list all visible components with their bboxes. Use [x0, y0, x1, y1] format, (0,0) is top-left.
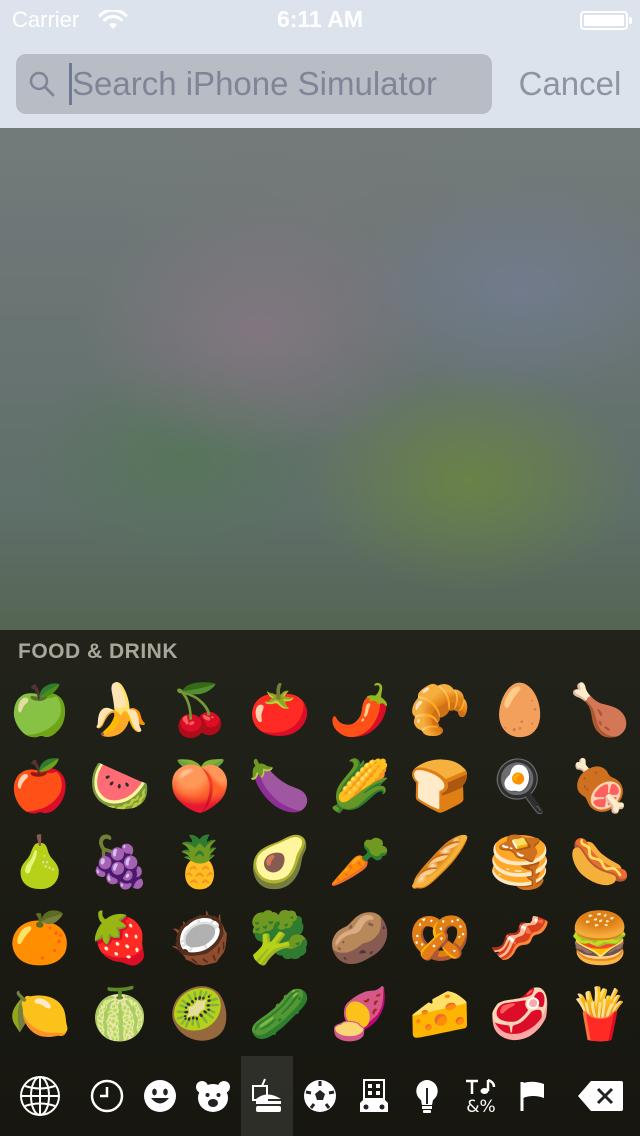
tab-flags[interactable] — [510, 1056, 556, 1136]
emoji-key[interactable]: 🥒 — [240, 976, 320, 1052]
emoji-key[interactable]: 🍞 — [400, 748, 480, 824]
battery-icon — [580, 11, 632, 30]
emoji-key[interactable]: 🥖 — [400, 824, 480, 900]
emoji-key[interactable]: 🍍 — [160, 824, 240, 900]
emoji-key[interactable]: 🍐 — [0, 824, 80, 900]
tab-activity[interactable] — [297, 1056, 343, 1136]
emoji-key[interactable]: 🍠 — [320, 976, 400, 1052]
emoji-key[interactable]: 🥓 — [480, 900, 560, 976]
emoji-key[interactable]: 🥐 — [400, 672, 480, 748]
emoji-key[interactable]: 🥥 — [160, 900, 240, 976]
food-drink-icon — [252, 1078, 281, 1112]
emoji-key[interactable]: 🥩 — [480, 976, 560, 1052]
emoji-key[interactable]: 🍆 — [240, 748, 320, 824]
emoji-category-bar: &% — [0, 1056, 640, 1136]
emoji-key[interactable]: 🍳 — [480, 748, 560, 824]
emoji-key[interactable]: 🥨 — [400, 900, 480, 976]
emoji-key[interactable]: 🍓 — [80, 900, 160, 976]
tab-smileys[interactable] — [137, 1056, 183, 1136]
tab-animals[interactable] — [189, 1056, 237, 1136]
emoji-key[interactable]: 🍑 — [160, 748, 240, 824]
emoji-key[interactable]: 🍌 — [80, 672, 160, 748]
smiley-icon — [144, 1080, 176, 1112]
emoji-key[interactable]: 🍏 — [0, 672, 80, 748]
globe-button[interactable] — [8, 1056, 72, 1136]
category-title: FOOD & DRINK — [18, 640, 178, 663]
flag-icon — [520, 1081, 544, 1111]
search-header: Carrier 6:11 AM Cancel — [0, 0, 640, 128]
emoji-key[interactable]: 🍈 — [80, 976, 160, 1052]
emoji-keyboard: FOOD & DRINK 🍏 🍌 🍒 🍅 🌶️ 🥐 🥚 🍗 🍎 🍉 🍑 🍆 🌽 … — [0, 630, 640, 1136]
status-time: 6:11 AM — [276, 6, 364, 32]
tab-food-drink[interactable] — [241, 1056, 293, 1136]
globe-icon — [20, 1076, 60, 1116]
bear-icon — [196, 1081, 230, 1112]
emoji-key[interactable]: 🥔 — [320, 900, 400, 976]
emoji-key[interactable]: 🍖 — [560, 748, 640, 824]
emoji-grid: 🍏 🍌 🍒 🍅 🌶️ 🥐 🥚 🍗 🍎 🍉 🍑 🍆 🌽 🍞 🍳 🍖 🍐 🍇 🍍 🥑… — [0, 672, 640, 1052]
emoji-key[interactable]: 🍋 — [0, 976, 80, 1052]
emoji-key[interactable]: 🧀 — [400, 976, 480, 1052]
tab-objects[interactable] — [405, 1056, 449, 1136]
search-icon — [29, 71, 55, 97]
emoji-key[interactable]: 🌶️ — [320, 672, 400, 748]
emoji-key[interactable]: 🥕 — [320, 824, 400, 900]
emoji-key[interactable]: 🌭 — [560, 824, 640, 900]
search-field[interactable] — [16, 54, 492, 114]
search-input[interactable] — [72, 54, 482, 114]
emoji-key[interactable]: 🌽 — [320, 748, 400, 824]
status-bar: Carrier 6:11 AM — [0, 0, 640, 40]
emoji-key[interactable]: 🥚 — [480, 672, 560, 748]
delete-icon — [578, 1081, 623, 1111]
emoji-key[interactable]: 🥦 — [240, 900, 320, 976]
emoji-key[interactable]: 🍎 — [0, 748, 80, 824]
emoji-key[interactable]: 🍟 — [560, 976, 640, 1052]
cancel-button[interactable]: Cancel — [508, 62, 632, 106]
emoji-key[interactable]: 🍉 — [80, 748, 160, 824]
recent-clock-icon — [90, 1079, 124, 1113]
tab-recent[interactable] — [84, 1056, 130, 1136]
emoji-key[interactable]: 🍔 — [560, 900, 640, 976]
delete-button[interactable] — [570, 1056, 632, 1136]
lightbulb-icon — [416, 1080, 438, 1113]
emoji-key[interactable]: 🍗 — [560, 672, 640, 748]
emoji-key[interactable]: 🍇 — [80, 824, 160, 900]
travel-building-icon — [360, 1079, 388, 1112]
soccer-ball-icon — [304, 1080, 336, 1112]
symbols-tab-label: &% — [466, 1097, 495, 1114]
symbols-icon: &% — [466, 1078, 496, 1114]
emoji-key[interactable]: 🍊 — [0, 900, 80, 976]
emoji-key[interactable]: 🥝 — [160, 976, 240, 1052]
tab-symbols[interactable]: &% — [456, 1056, 506, 1136]
tab-travel[interactable] — [350, 1056, 398, 1136]
emoji-key[interactable]: 🍒 — [160, 672, 240, 748]
emoji-key[interactable]: 🍅 — [240, 672, 320, 748]
emoji-key[interactable]: 🥑 — [240, 824, 320, 900]
emoji-key[interactable]: 🥞 — [480, 824, 560, 900]
